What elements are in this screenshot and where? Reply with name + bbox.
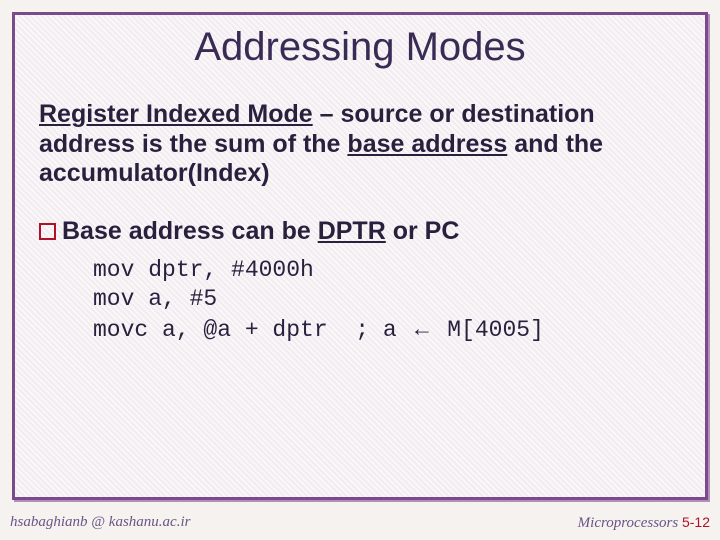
square-bullet-icon (39, 223, 56, 240)
term-base-address: base address (347, 130, 507, 158)
slide-title: Addressing Modes (33, 25, 687, 70)
code-line-3b: M[4005] (433, 317, 543, 343)
definition-paragraph: Register Indexed Mode – source or destin… (33, 100, 687, 189)
footer-course: Microprocessors (578, 515, 682, 531)
footer-right: Microprocessors 5-12 (578, 514, 710, 532)
slide-frame: Addressing Modes Register Indexed Mode –… (12, 12, 708, 500)
slide-footer: hsabaghianb @ kashanu.ac.ir Microprocess… (10, 514, 710, 532)
sep: – (313, 100, 341, 128)
code-line-3a: movc a, @a + dptr ; a (93, 317, 410, 343)
left-arrow-icon: ← (410, 315, 433, 341)
bullet-pre: Base address can be (62, 217, 318, 245)
term-dptr: DPTR (318, 217, 386, 245)
bullet-item: Base address can be DPTR or PC (33, 217, 687, 246)
code-line-2: mov a, #5 (93, 286, 217, 312)
footer-author: hsabaghianb @ kashanu.ac.ir (10, 514, 190, 532)
code-block: mov dptr, #4000h mov a, #5 movc a, @a + … (93, 256, 687, 346)
bullet-post: or PC (386, 217, 460, 245)
bullet-text: Base address can be DPTR or PC (62, 217, 459, 246)
code-line-1: mov dptr, #4000h (93, 257, 314, 283)
term-register-indexed: Register Indexed Mode (39, 100, 313, 128)
footer-page-number: 5-12 (682, 514, 710, 530)
